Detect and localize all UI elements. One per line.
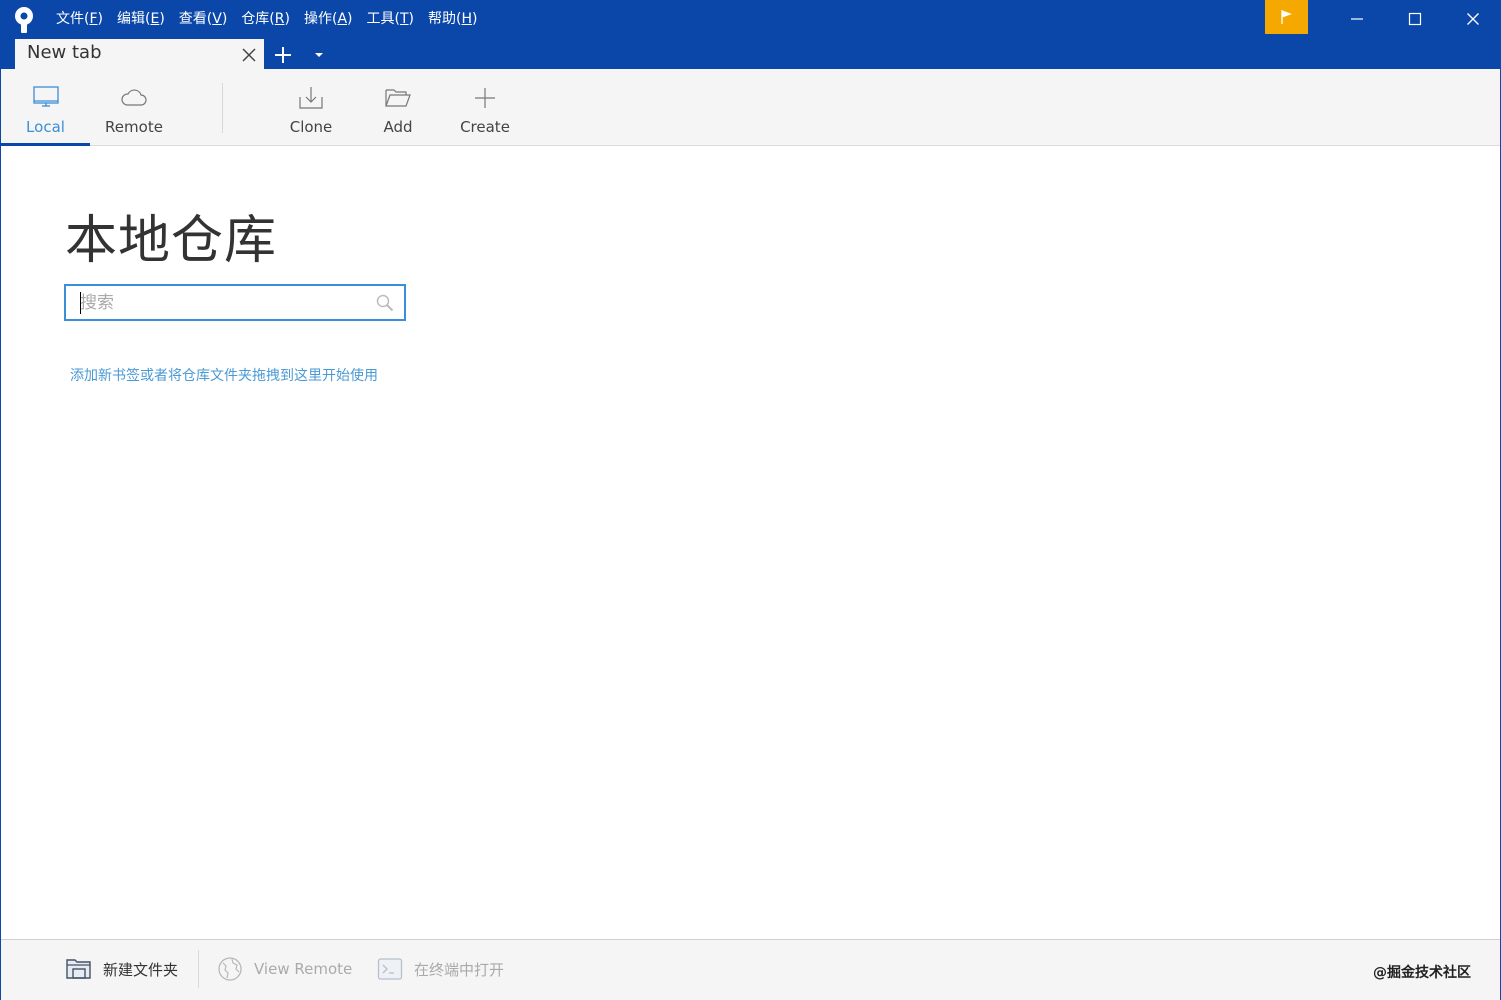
menu-repository-accel: R: [274, 11, 285, 27]
folder-open-icon: [385, 89, 411, 107]
tab-remote-label: Remote: [105, 118, 163, 136]
create-button[interactable]: Create: [445, 69, 525, 145]
toolbar: Local Remote Clone Add Create: [1, 69, 1500, 146]
tab-title: New tab: [27, 42, 102, 63]
menu-bar: 文件(F) 编辑(E) 查看(V) 仓库(R) 操作(A) 工具(T) 帮助(H…: [49, 0, 484, 38]
menu-actions[interactable]: 操作(A): [297, 0, 360, 38]
menu-file-accel: F: [89, 11, 98, 27]
menu-repository-suffix: ): [284, 11, 290, 27]
menu-view-suffix: ): [221, 11, 228, 27]
menu-help[interactable]: 帮助(H): [421, 0, 484, 38]
search-box[interactable]: [64, 284, 406, 321]
notification-flag-button[interactable]: [1265, 0, 1308, 34]
menu-help-label: 帮助(: [428, 11, 462, 27]
bottom-bar-divider: [198, 950, 199, 988]
add-button[interactable]: Add: [358, 69, 438, 145]
menu-tools-accel: T: [399, 11, 409, 27]
menu-repository[interactable]: 仓库(R): [234, 0, 297, 38]
local-repositories-panel: 本地仓库 添加新书签或者将仓库文件夹拖拽到这里开始使用: [1, 146, 1500, 939]
menu-edit-label: 编辑(: [117, 11, 151, 27]
app-window: 文件(F) 编辑(E) 查看(V) 仓库(R) 操作(A) 工具(T) 帮助(H…: [0, 0, 1501, 1000]
menu-file[interactable]: 文件(F): [49, 0, 110, 38]
menu-tools-label: 工具(: [366, 11, 400, 27]
menu-actions-accel: A: [337, 11, 348, 27]
open-in-terminal-button[interactable]: 在终端中打开: [376, 954, 504, 984]
view-remote-button[interactable]: View Remote: [216, 954, 352, 984]
new-tab-plus-icon[interactable]: [273, 45, 293, 65]
page-title: 本地仓库: [65, 211, 278, 271]
toolbar-divider: [222, 83, 223, 133]
tab-local-label: Local: [26, 118, 65, 136]
tab-new-tab[interactable]: New tab: [15, 39, 264, 69]
menu-edit-suffix: ): [159, 11, 165, 27]
minimize-icon: [1351, 18, 1363, 20]
terminal-icon: [377, 958, 403, 980]
tab-close-icon[interactable]: [241, 47, 257, 63]
menu-tools[interactable]: 工具(T): [360, 0, 422, 38]
title-bar: 文件(F) 编辑(E) 查看(V) 仓库(R) 操作(A) 工具(T) 帮助(H…: [1, 0, 1501, 69]
new-folder-button[interactable]: 新建文件夹: [65, 954, 178, 984]
clone-label: Clone: [289, 118, 333, 136]
close-icon: [1467, 13, 1479, 25]
search-input[interactable]: [80, 290, 370, 315]
maximize-button[interactable]: [1386, 0, 1444, 38]
menu-file-suffix: ): [97, 11, 103, 27]
monitor-icon: [32, 86, 59, 107]
globe-icon: [218, 957, 242, 981]
plus-icon: [475, 88, 495, 108]
menu-view[interactable]: 查看(V): [172, 0, 235, 38]
menu-actions-label: 操作(: [303, 11, 338, 27]
watermark: @掘金技术社区: [1373, 965, 1471, 981]
text-caret: [80, 292, 81, 314]
minimize-button[interactable]: [1328, 0, 1386, 38]
add-label: Add: [383, 118, 413, 136]
close-window-button[interactable]: [1444, 0, 1501, 38]
menu-tools-suffix: ): [408, 11, 414, 27]
new-folder-label: 新建文件夹: [103, 960, 179, 979]
menu-help-suffix: ): [472, 11, 478, 27]
tab-local[interactable]: Local: [1, 69, 90, 146]
flag-icon: [1280, 10, 1292, 24]
add-bookmark-hint-link[interactable]: 添加新书签或者将仓库文件夹拖拽到这里开始使用: [70, 365, 378, 385]
menu-edit-accel: E: [150, 11, 160, 27]
menu-view-accel: V: [212, 11, 222, 27]
maximize-icon: [1408, 12, 1422, 26]
cloud-icon: [121, 89, 147, 106]
menu-repository-label: 仓库(: [241, 11, 275, 27]
menu-view-label: 查看(: [178, 11, 213, 27]
download-icon: [299, 87, 323, 109]
menu-file-label: 文件(: [56, 11, 90, 27]
menu-help-accel: H: [461, 11, 472, 27]
bottom-action-bar: 新建文件夹 View Remote 在终端中打开: [1, 939, 1500, 1000]
menu-actions-suffix: ): [347, 11, 353, 27]
view-remote-label: View Remote: [254, 960, 353, 978]
search-icon[interactable]: [376, 294, 394, 312]
tab-remote[interactable]: Remote: [90, 69, 178, 145]
new-folder-icon: [66, 959, 91, 979]
clone-button[interactable]: Clone: [271, 69, 351, 145]
menu-edit[interactable]: 编辑(E): [110, 0, 172, 38]
tab-list-dropdown-icon[interactable]: [312, 50, 326, 60]
open-in-terminal-label: 在终端中打开: [414, 960, 505, 979]
sourcetree-logo-icon[interactable]: [12, 6, 36, 34]
create-label: Create: [460, 118, 510, 136]
